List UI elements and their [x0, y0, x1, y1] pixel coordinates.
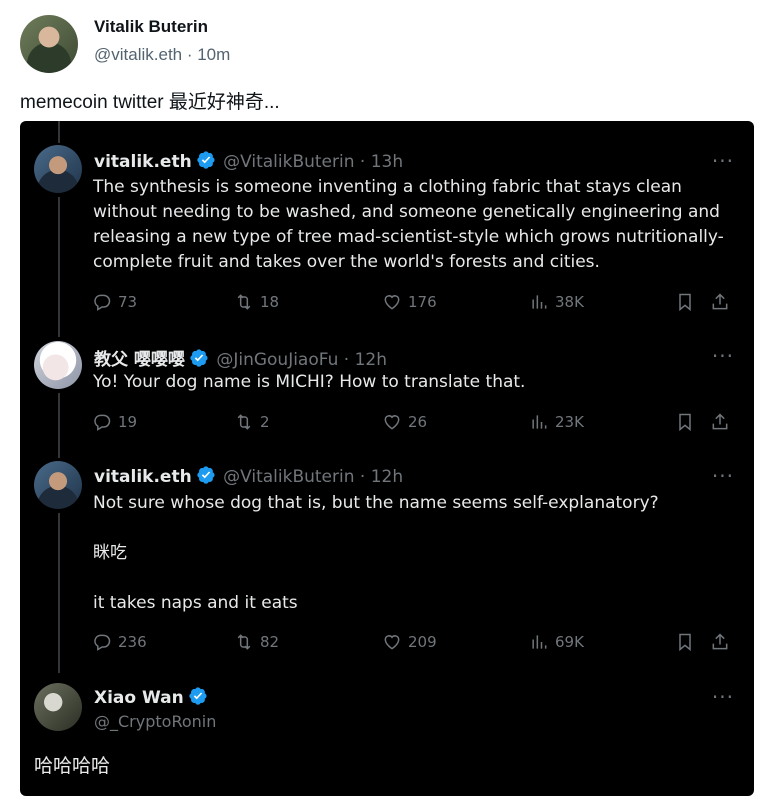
bookmark-button[interactable] — [675, 292, 695, 312]
handle-time: @JinGouJiaoFu · 12h — [216, 350, 387, 370]
views-button[interactable]: 23K — [529, 412, 584, 432]
views-icon — [529, 632, 549, 652]
verified-badge-icon — [188, 686, 208, 706]
bookmark-button[interactable] — [675, 412, 695, 432]
verified-badge-icon — [196, 150, 216, 170]
views-count: 23K — [555, 413, 584, 431]
tweet-body: Not sure whose dog that is, but the name… — [93, 493, 659, 613]
handle-time: @VitalikButerin · 13h — [223, 152, 404, 172]
tweet-body: 哈哈哈哈 — [34, 755, 111, 777]
reply-icon — [92, 412, 112, 432]
avatar[interactable] — [34, 683, 82, 731]
views-count: 38K — [555, 293, 584, 311]
retweet-icon — [234, 292, 254, 312]
thread-connector — [58, 513, 60, 673]
retweet-icon — [234, 632, 254, 652]
retweet-button[interactable]: 82 — [234, 632, 279, 652]
display-name[interactable]: Xiao Wan — [94, 688, 184, 708]
tweet-actions: 236 82 209 69K — [92, 632, 742, 654]
verified-badge-icon — [189, 348, 209, 368]
display-name[interactable]: vitalik.eth — [94, 467, 192, 487]
handle: @_CryptoRonin — [94, 712, 217, 731]
retweet-count: 82 — [260, 633, 280, 651]
like-icon — [382, 412, 402, 432]
more-options-icon[interactable]: ··· — [712, 464, 734, 488]
avatar[interactable] — [34, 145, 82, 193]
like-count: 26 — [408, 413, 428, 431]
reply-icon — [92, 632, 112, 652]
tweet-actions: 73 18 176 38K — [92, 292, 742, 314]
tweet-body: The synthesis is someone inventing a clo… — [93, 177, 724, 272]
tweet-actions: 19 2 26 23K — [92, 412, 742, 434]
thread-connector — [58, 393, 60, 458]
retweet-button[interactable]: 2 — [234, 412, 270, 432]
share-icon — [710, 292, 730, 312]
tweet-header: Xiao Wan — [94, 686, 208, 708]
like-icon — [382, 632, 402, 652]
reply-button[interactable]: 236 — [92, 632, 147, 652]
reply-button[interactable]: 73 — [92, 292, 137, 312]
share-button[interactable] — [710, 412, 730, 432]
more-options-icon[interactable]: ··· — [712, 344, 734, 368]
like-count: 209 — [408, 633, 437, 651]
thread-connector — [58, 121, 60, 143]
retweet-icon — [234, 412, 254, 432]
like-icon — [382, 292, 402, 312]
reply-icon — [92, 292, 112, 312]
more-options-icon[interactable]: ··· — [712, 149, 734, 173]
author-avatar[interactable] — [20, 15, 78, 73]
views-button[interactable]: 38K — [529, 292, 584, 312]
author-handle-time[interactable]: @vitalik.eth · 10m — [94, 45, 230, 65]
author-name[interactable]: Vitalik Buterin — [94, 17, 208, 37]
reply-count: 73 — [118, 293, 138, 311]
share-button[interactable] — [710, 292, 730, 312]
tweet-header: 教父 嘤嘤嘤 @JinGouJiaoFu · 12h — [94, 345, 387, 370]
tweet-header: vitalik.eth @VitalikButerin · 13h — [94, 150, 403, 172]
reply-count: 19 — [118, 413, 138, 431]
reply-count: 236 — [118, 633, 147, 651]
views-button[interactable]: 69K — [529, 632, 584, 652]
handle-time: @VitalikButerin · 12h — [223, 467, 404, 487]
bookmark-icon — [675, 412, 695, 432]
retweet-button[interactable]: 18 — [234, 292, 279, 312]
tweet-body: Yo! Your dog name is MICHI? How to trans… — [93, 372, 526, 392]
retweet-count: 18 — [260, 293, 280, 311]
verified-badge-icon — [196, 465, 216, 485]
bookmark-icon — [675, 292, 695, 312]
avatar[interactable] — [34, 461, 82, 509]
share-icon — [710, 632, 730, 652]
more-options-icon[interactable]: ··· — [712, 685, 734, 709]
share-button[interactable] — [710, 632, 730, 652]
thread-connector — [58, 197, 60, 337]
like-count: 176 — [408, 293, 437, 311]
display-name[interactable]: 教父 嘤嘤嘤 — [94, 350, 185, 370]
post-text: memecoin twitter 最近好神奇... — [20, 92, 280, 113]
like-button[interactable]: 176 — [382, 292, 437, 312]
bookmark-button[interactable] — [675, 632, 695, 652]
avatar[interactable] — [34, 341, 82, 389]
reply-button[interactable]: 19 — [92, 412, 137, 432]
embedded-thread-image[interactable]: vitalik.eth @VitalikButerin · 13h ··· Th… — [20, 121, 754, 796]
like-button[interactable]: 209 — [382, 632, 437, 652]
bookmark-icon — [675, 632, 695, 652]
views-icon — [529, 292, 549, 312]
retweet-count: 2 — [260, 413, 270, 431]
share-icon — [710, 412, 730, 432]
display-name[interactable]: vitalik.eth — [94, 152, 192, 172]
tweet-header: vitalik.eth @VitalikButerin · 12h — [94, 465, 403, 487]
views-icon — [529, 412, 549, 432]
like-button[interactable]: 26 — [382, 412, 427, 432]
views-count: 69K — [555, 633, 584, 651]
